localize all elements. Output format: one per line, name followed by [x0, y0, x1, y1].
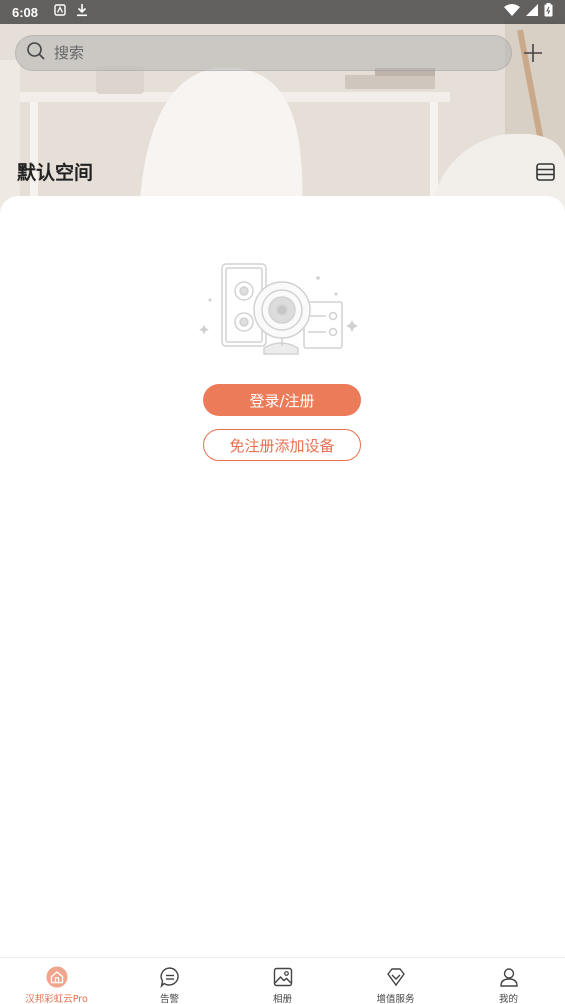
tab-album[interactable]: 相册 [226, 958, 339, 1004]
home-icon [45, 966, 68, 988]
plus-icon [524, 44, 542, 62]
user-icon [498, 966, 520, 988]
tab-alarm[interactable]: 告警 [113, 958, 226, 1004]
tab-label: 汉邦彩虹云Pro [25, 994, 88, 1004]
tab-mine[interactable]: 我的 [452, 958, 565, 1004]
list-icon [536, 163, 555, 181]
search-input[interactable] [54, 44, 474, 62]
device-list-toggle-button[interactable] [535, 161, 557, 183]
search-icon [26, 41, 46, 65]
tab-label: 告警 [159, 994, 179, 1004]
search-bar [15, 35, 550, 71]
alarm-message-icon [159, 966, 181, 988]
download-icon [76, 3, 88, 21]
tab-home[interactable]: 汉邦彩虹云Pro [0, 958, 113, 1004]
notification-app-icon [54, 4, 66, 20]
space-title[interactable]: 默认空间 [17, 158, 93, 185]
add-device-button[interactable] [518, 38, 548, 68]
battery-icon [544, 3, 553, 21]
diamond-icon [385, 966, 407, 988]
search-box[interactable] [15, 35, 512, 71]
tab-label: 我的 [498, 994, 518, 1004]
wifi-icon [504, 4, 520, 20]
status-time: 6:08 [12, 4, 39, 20]
add-device-without-registration-button[interactable]: 免注册添加设备 [203, 429, 361, 461]
signal-icon [526, 4, 538, 20]
tab-label: 增值服务 [376, 994, 415, 1004]
tab-value-added-services[interactable]: 增值服务 [339, 958, 452, 1004]
bottom-tab-bar: 汉邦彩虹云Pro 告警 相册 增值服务 我的 [0, 957, 565, 1004]
login-register-button[interactable]: 登录/注册 [203, 384, 361, 416]
empty-devices-illustration [199, 263, 358, 355]
status-bar: 6:08 [0, 0, 565, 24]
tab-label: 相册 [272, 994, 292, 1004]
photo-album-icon [272, 966, 294, 988]
